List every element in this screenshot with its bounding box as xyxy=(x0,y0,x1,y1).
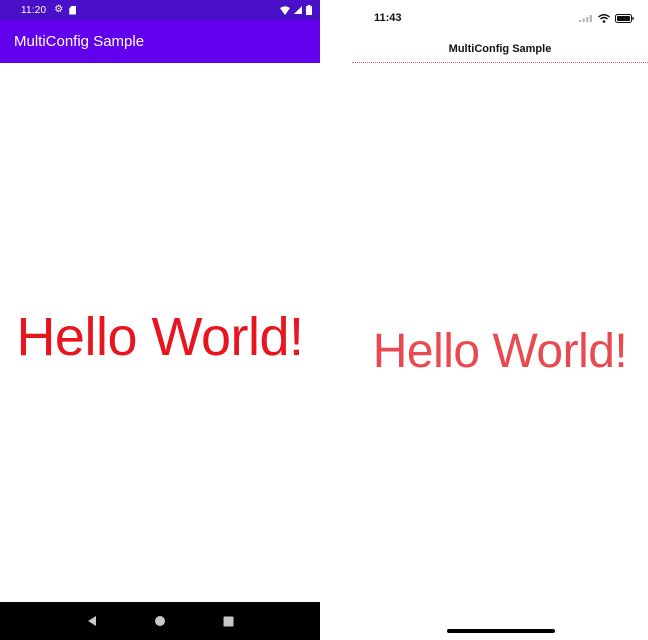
toolbar-title: MultiConfig Sample xyxy=(14,33,145,50)
battery-icon xyxy=(615,13,634,23)
gear-icon: ⚙ xyxy=(54,4,64,15)
home-indicator[interactable] xyxy=(447,629,555,633)
ios-navigation-bar: MultiConfig Sample xyxy=(352,36,648,63)
status-icons xyxy=(579,13,634,23)
android-toolbar: MultiConfig Sample xyxy=(0,20,320,63)
android-navigation-bar xyxy=(0,602,320,640)
signal-icon xyxy=(294,6,302,14)
status-time: 11:20 xyxy=(21,4,47,16)
hello-world-label: Hello World! xyxy=(372,324,628,378)
battery-icon xyxy=(306,5,312,15)
home-icon[interactable] xyxy=(150,611,170,631)
wifi-icon xyxy=(598,13,610,23)
sd-card-icon xyxy=(69,5,77,15)
status-time: 11:43 xyxy=(374,12,402,24)
hello-world-label: Hello World! xyxy=(16,306,304,367)
navbar-title: MultiConfig Sample xyxy=(448,43,552,55)
ios-content: Hello World! xyxy=(352,64,648,624)
android-screen: 11:20 ⚙ MultiConfig Sample Hello World! xyxy=(0,0,320,640)
wifi-icon xyxy=(280,5,290,15)
android-status-bar: 11:20 ⚙ xyxy=(0,0,320,20)
recents-icon[interactable] xyxy=(218,611,238,631)
signal-icon xyxy=(579,15,592,22)
back-icon[interactable] xyxy=(82,611,102,631)
android-content: Hello World! xyxy=(0,63,320,602)
status-icons xyxy=(280,5,312,15)
ios-screen: 11:43 MultiConfig Sample Hello World! xyxy=(352,0,648,640)
ios-status-bar: 11:43 xyxy=(352,0,648,36)
